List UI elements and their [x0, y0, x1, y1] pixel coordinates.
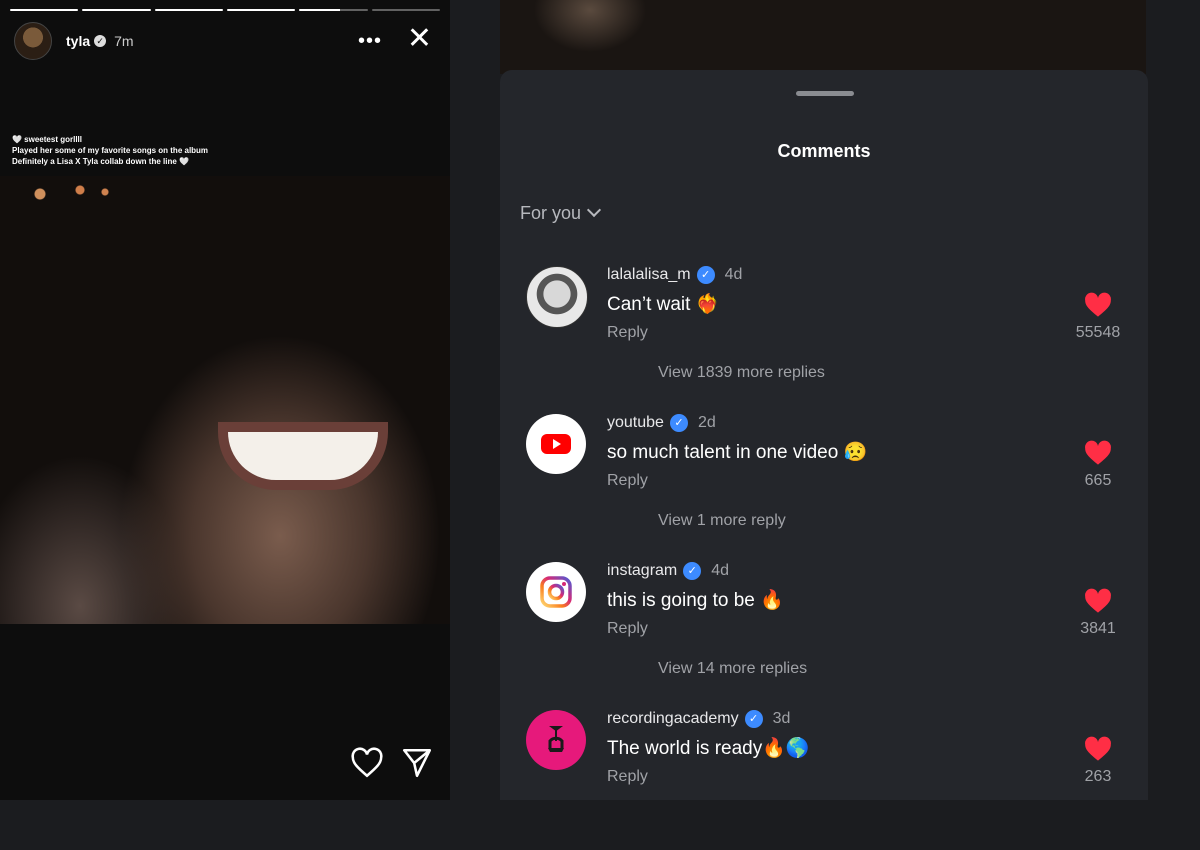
comment-username[interactable]: youtube ✓ 2d	[607, 414, 716, 432]
reply-button[interactable]: Reply	[607, 620, 648, 638]
verified-icon: ✓	[94, 35, 107, 47]
comment-username[interactable]: recordingacademy ✓ 3d	[607, 710, 790, 728]
comment-time: 2d	[697, 414, 716, 432]
comment-item: instagram ✓ 4d this is going to be 🔥 Reply…	[500, 562, 1148, 702]
heart-icon	[1085, 588, 1111, 613]
like-count: 665	[1084, 472, 1112, 489]
heart-icon	[1085, 292, 1111, 317]
filter-label: For you	[520, 203, 582, 223]
reply-button[interactable]: Reply	[607, 472, 648, 490]
comment-time: 4d	[711, 562, 730, 580]
like-count: 263	[1084, 768, 1112, 785]
story-username[interactable]: tyla	[66, 33, 90, 49]
caption-line: 🤍 sweetest gorllll	[12, 135, 82, 144]
username-text: instagram	[607, 562, 678, 580]
username-text: youtube	[607, 414, 664, 432]
chevron-down-icon	[586, 202, 602, 218]
heart-icon	[1085, 736, 1111, 761]
send-icon[interactable]	[400, 746, 434, 780]
story-photo	[0, 176, 450, 624]
comment-text: Can’t wait ❤️‍🔥	[607, 294, 720, 315]
sheet-title: Comments	[777, 141, 871, 161]
reply-button[interactable]: Reply	[607, 768, 648, 786]
grammy-logo-icon[interactable]	[526, 710, 586, 770]
like-count: 3841	[1080, 620, 1116, 637]
like-count: 55548	[1075, 324, 1121, 341]
drag-handle[interactable]	[796, 91, 854, 96]
like-button[interactable]: 55548	[1068, 292, 1128, 342]
story-time: 7m	[114, 33, 134, 49]
caption-line: Definitely a Lisa X Tyla collab down the…	[12, 157, 189, 166]
caption-line: Played her some of my favorite songs on …	[12, 146, 209, 155]
sort-filter[interactable]: For you	[520, 202, 602, 224]
comment-time: 4d	[724, 266, 743, 284]
view-replies-link[interactable]: View 14 more replies	[658, 660, 807, 678]
progress-segment	[299, 9, 368, 11]
comments-sheet: Comments For you lalalalisa_m ✓ 4d Can’t w…	[500, 70, 1148, 800]
video-preview[interactable]	[500, 0, 1146, 74]
progress-segment	[226, 9, 296, 11]
more-dots-icon[interactable]: •••	[358, 30, 382, 53]
story-viewer: tyla ✓ 7m ••• ✕ 🤍 sweetest gorllll Playe…	[0, 0, 450, 800]
like-button[interactable]: 263	[1068, 736, 1128, 786]
bokeh-lights	[20, 184, 120, 204]
like-button[interactable]: 3841	[1068, 588, 1128, 638]
story-progress	[10, 9, 440, 11]
youtube-logo-icon[interactable]	[526, 414, 586, 474]
story-header: tyla ✓ 7m ••• ✕	[14, 22, 440, 60]
verified-icon: ✓	[696, 266, 715, 284]
username-text: recordingacademy	[607, 710, 739, 728]
close-icon[interactable]: ✕	[407, 24, 432, 54]
progress-segment	[154, 9, 223, 11]
comment-text: this is going to be 🔥	[607, 590, 784, 611]
view-replies-link[interactable]: View 1839 more replies	[658, 364, 825, 382]
comment-item: youtube ✓ 2d so much talent in one video 😥…	[500, 414, 1148, 554]
comment-item: recordingacademy ✓ 3d The world is ready🔥🌎…	[500, 710, 1148, 850]
comments-panel: Comments For you lalalalisa_m ✓ 4d Can’t w…	[450, 0, 1200, 800]
comment-item: lalalalisa_m ✓ 4d Can’t wait ❤️‍🔥 Reply Vi…	[500, 266, 1148, 406]
progress-segment	[371, 9, 440, 11]
heart-icon[interactable]	[350, 746, 384, 780]
comment-username[interactable]: instagram ✓ 4d	[607, 562, 729, 580]
story-caption: 🤍 sweetest gorllll Played her some of my…	[12, 134, 208, 167]
avatar[interactable]	[14, 22, 52, 60]
verified-icon: ✓	[669, 414, 688, 432]
progress-segment	[10, 9, 79, 11]
verified-icon: ✓	[683, 562, 702, 580]
view-replies-link[interactable]: View 1 more reply	[658, 512, 786, 530]
progress-segment	[82, 9, 151, 11]
comment-text: so much talent in one video 😥	[607, 442, 868, 463]
like-button[interactable]: 665	[1068, 440, 1128, 490]
comment-text: The world is ready🔥🌎	[607, 738, 810, 759]
verified-icon: ✓	[744, 710, 763, 728]
instagram-logo-icon[interactable]	[526, 562, 586, 622]
reply-button[interactable]: Reply	[607, 324, 648, 342]
heart-icon	[1085, 440, 1111, 465]
comment-time: 3d	[772, 710, 791, 728]
comment-username[interactable]: lalalalisa_m ✓ 4d	[607, 266, 742, 284]
avatar[interactable]	[526, 266, 588, 328]
username-text: lalalalisa_m	[607, 266, 691, 284]
